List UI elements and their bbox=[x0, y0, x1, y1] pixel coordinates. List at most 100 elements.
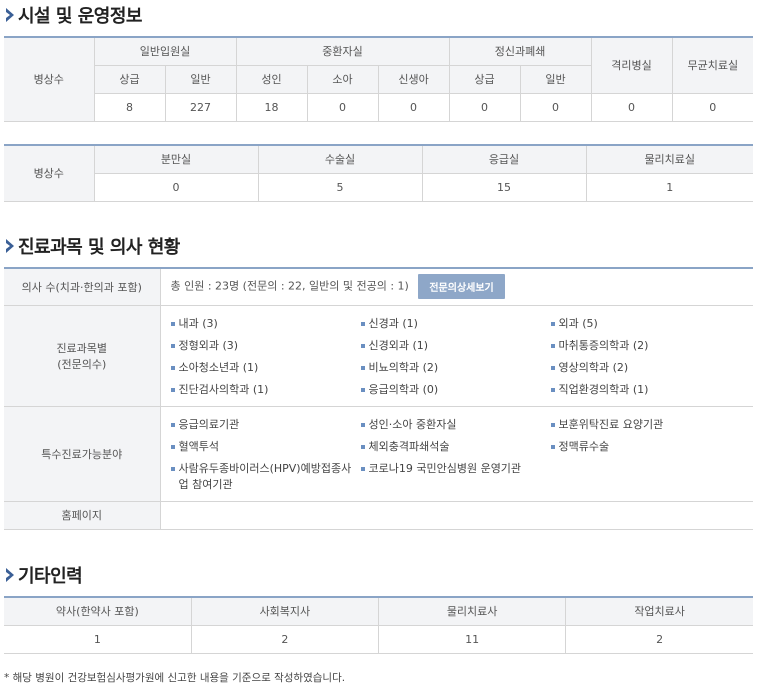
bullet-icon bbox=[360, 387, 365, 392]
dept-list: 내과 (3) 신경과 (1) 외과 (5) 정형외과 (3) 신경외과 (1) … bbox=[170, 306, 744, 406]
chevron-right-icon bbox=[6, 239, 14, 253]
bullet-icon bbox=[170, 466, 175, 471]
bed-value: 18 bbox=[235, 92, 308, 122]
list-item: 코로나19 국민안심병원 운영기관 bbox=[360, 461, 551, 493]
section-title-text: 진료과목 및 의사 현황 bbox=[18, 237, 180, 258]
staff-value: 2 bbox=[190, 624, 380, 654]
list-item: 사람유두종바이러스(HPV)예방접종사업 참여기관 bbox=[170, 461, 361, 493]
bullet-icon bbox=[360, 422, 365, 427]
bed-value: 8 bbox=[94, 92, 166, 122]
group-psych-closed: 정신과폐쇄 bbox=[448, 37, 592, 66]
staff-value: 11 bbox=[377, 624, 567, 654]
sub-header: 일반 bbox=[164, 64, 237, 94]
bullet-icon bbox=[360, 444, 365, 449]
sub-header: 소아 bbox=[306, 64, 379, 94]
room-value: 1 bbox=[585, 172, 753, 202]
bed-value: 0 bbox=[671, 92, 754, 122]
homepage-label: 홈페이지 bbox=[4, 500, 161, 530]
staff-table: 약사(한약사 포함) 사회복지사 물리치료사 작업치료사 1 2 11 2 bbox=[4, 596, 753, 654]
bed-value: 0 bbox=[448, 92, 521, 122]
section-title-text: 시설 및 운영정보 bbox=[18, 6, 142, 27]
group-sterile: 무균치료실 bbox=[671, 37, 754, 94]
bullet-icon bbox=[170, 321, 175, 326]
beds-row-label: 병상수 bbox=[4, 37, 95, 122]
dept-label-line: 진료과목별 bbox=[56, 341, 108, 355]
bullet-icon bbox=[170, 422, 175, 427]
dept-label: 진료과목별 (전문의수) bbox=[4, 304, 161, 407]
sub-header: 일반 bbox=[519, 64, 592, 94]
list-item: 체외충격파쇄석술 bbox=[360, 439, 551, 455]
list-item: 보훈위탁진료 요양기관 bbox=[550, 417, 741, 433]
bed-value: 0 bbox=[306, 92, 379, 122]
doctor-count-value: 총 인원 : 23명 (전문의 : 22, 일반의 및 전공의 : 1) bbox=[170, 279, 409, 293]
bullet-icon bbox=[170, 343, 175, 348]
list-item: 외과 (5) bbox=[550, 316, 741, 332]
sub-header: 신생아 bbox=[377, 64, 450, 94]
group-general-ward: 일반입원실 bbox=[93, 37, 237, 66]
group-icu: 중환자실 bbox=[235, 37, 450, 66]
chevron-right-icon bbox=[6, 568, 14, 582]
specialist-detail-button[interactable]: 전문의상세보기 bbox=[418, 274, 505, 300]
list-item: 정형외과 (3) bbox=[170, 338, 361, 354]
bullet-icon bbox=[550, 343, 555, 348]
room-header: 분만실 bbox=[93, 145, 259, 174]
list-item: 비뇨의학과 (2) bbox=[360, 360, 551, 376]
bullet-icon bbox=[550, 321, 555, 326]
bullet-icon bbox=[170, 387, 175, 392]
section-title-facility: 시설 및 운영정보 bbox=[4, 2, 142, 28]
list-item: 정맥류수술 bbox=[550, 439, 741, 455]
group-isolation: 격리병실 bbox=[590, 37, 673, 94]
list-item: 신경과 (1) bbox=[360, 316, 551, 332]
room-value: 5 bbox=[257, 172, 423, 202]
bullet-icon bbox=[550, 422, 555, 427]
doctor-count-label: 의사 수(치과·한의과 포함) bbox=[4, 268, 161, 306]
special-rooms-table: 병상수 분만실 수술실 응급실 물리치료실 0 5 15 1 bbox=[4, 144, 753, 202]
bed-value: 227 bbox=[164, 92, 237, 122]
bullet-icon bbox=[360, 343, 365, 348]
rooms-row-label: 병상수 bbox=[4, 145, 95, 202]
dept-label-line: (전문의수) bbox=[57, 357, 107, 371]
bullet-icon bbox=[360, 365, 365, 370]
room-header: 응급실 bbox=[421, 145, 587, 174]
chevron-right-icon bbox=[6, 8, 14, 22]
list-item: 소아청소년과 (1) bbox=[170, 360, 361, 376]
section-title-staff: 기타인력 bbox=[4, 562, 83, 588]
list-item: 내과 (3) bbox=[170, 316, 361, 332]
list-item: 성인·소아 중환자실 bbox=[360, 417, 551, 433]
room-value: 15 bbox=[421, 172, 587, 202]
bullet-icon bbox=[360, 466, 365, 471]
doctors-table: 의사 수(치과·한의과 포함) 총 인원 : 23명 (전문의 : 22, 일반… bbox=[4, 267, 753, 530]
bullet-icon bbox=[550, 444, 555, 449]
list-item: 직업환경의학과 (1) bbox=[550, 382, 741, 398]
list-item: 신경외과 (1) bbox=[360, 338, 551, 354]
sub-header: 상급 bbox=[448, 64, 521, 94]
staff-header: 약사(한약사 포함) bbox=[4, 597, 192, 626]
bullet-icon bbox=[550, 387, 555, 392]
special-list: 응급의료기관 성인·소아 중환자실 보훈위탁진료 요양기관 혈액투석 체외충격파… bbox=[170, 407, 744, 501]
staff-header: 물리치료사 bbox=[377, 597, 567, 626]
homepage-value[interactable] bbox=[159, 500, 753, 530]
staff-header: 사회복지사 bbox=[190, 597, 380, 626]
staff-header: 작업치료사 bbox=[565, 597, 753, 626]
section-title-text: 기타인력 bbox=[18, 566, 83, 587]
list-item: 영상의학과 (2) bbox=[550, 360, 741, 376]
list-item: 혈액투석 bbox=[170, 439, 361, 455]
room-value: 0 bbox=[94, 172, 259, 202]
sub-header: 상급 bbox=[94, 64, 166, 94]
beds-table: 병상수 일반입원실 중환자실 정신과폐쇄 격리병실 무균치료실 상급 일반 성인… bbox=[4, 36, 754, 122]
bullet-icon bbox=[170, 444, 175, 449]
room-header: 물리치료실 bbox=[585, 145, 753, 174]
special-label: 특수진료가능분야 bbox=[4, 405, 161, 502]
list-item: 응급의료기관 bbox=[170, 417, 361, 433]
bullet-icon bbox=[550, 365, 555, 370]
list-item: 응급의학과 (0) bbox=[360, 382, 551, 398]
bed-value: 0 bbox=[519, 92, 592, 122]
bed-value: 0 bbox=[590, 92, 673, 122]
room-header: 수술실 bbox=[257, 145, 423, 174]
list-item: 마취통증의학과 (2) bbox=[550, 338, 741, 354]
staff-value: 2 bbox=[565, 624, 753, 654]
section-title-doctors: 진료과목 및 의사 현황 bbox=[4, 233, 180, 259]
sub-header: 성인 bbox=[235, 64, 308, 94]
list-item: 진단검사의학과 (1) bbox=[170, 382, 361, 398]
bullet-icon bbox=[360, 321, 365, 326]
